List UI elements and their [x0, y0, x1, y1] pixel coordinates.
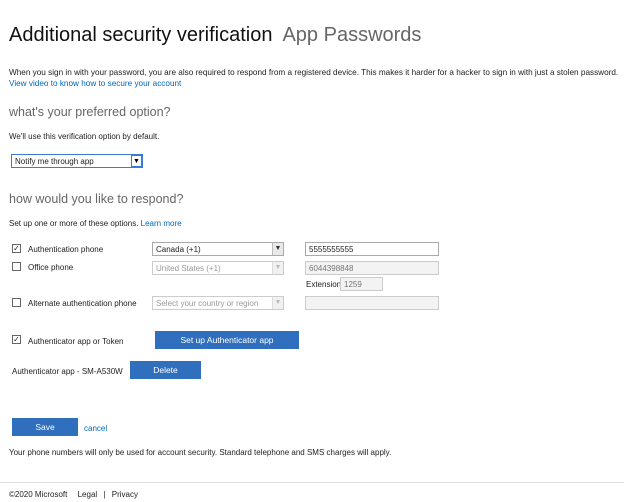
- chevron-down-icon[interactable]: ▼: [272, 243, 283, 255]
- video-link[interactable]: View video to know how to secure your ac…: [9, 79, 181, 88]
- auth-phone-country-value: Canada (+1): [156, 245, 201, 254]
- check-icon: ✓: [13, 244, 20, 253]
- office-phone-label: Office phone: [28, 263, 74, 272]
- office-phone-number-input[interactable]: 6044398848: [305, 261, 439, 275]
- footer-divider: [0, 482, 624, 483]
- respond-note-line: Set up one or more of these options. Lea…: [9, 219, 182, 228]
- respond-note: Set up one or more of these options.: [9, 219, 139, 228]
- alt-phone-country-select[interactable]: Select your country or region ▼: [152, 296, 284, 310]
- intro-text: When you sign in with your password, you…: [9, 68, 619, 77]
- cancel-link[interactable]: cancel: [84, 424, 107, 433]
- chevron-down-icon[interactable]: ▼: [272, 297, 283, 309]
- chevron-down-icon[interactable]: ▼: [272, 262, 283, 274]
- footer-separator: |: [103, 490, 106, 499]
- preferred-heading: what's your preferred option?: [9, 105, 171, 119]
- extension-input[interactable]: 1259: [340, 277, 383, 291]
- respond-heading: how would you like to respond?: [9, 192, 184, 206]
- learn-more-link[interactable]: Learn more: [141, 219, 182, 228]
- footer-legal-link[interactable]: Legal: [78, 490, 98, 499]
- authenticator-device-label: Authenticator app - SM-A530W: [12, 367, 123, 376]
- authenticator-checkbox[interactable]: ✓: [12, 335, 21, 344]
- preferred-option-value: Notify me through app: [15, 157, 94, 166]
- alt-phone-label: Alternate authentication phone: [28, 299, 137, 308]
- footer-privacy-link[interactable]: Privacy: [112, 490, 138, 499]
- check-icon: ✓: [13, 335, 20, 344]
- alt-phone-country-placeholder: Select your country or region: [156, 299, 259, 308]
- office-phone-country-value: United States (+1): [156, 264, 221, 273]
- page-title-main: Additional security verification: [9, 24, 273, 46]
- alt-phone-number-input[interactable]: [305, 296, 439, 310]
- auth-phone-checkbox[interactable]: ✓: [12, 244, 21, 253]
- auth-phone-label: Authentication phone: [28, 245, 104, 254]
- authenticator-label: Authenticator app or Token: [28, 337, 124, 346]
- extension-label: Extension: [306, 280, 342, 289]
- alt-phone-checkbox[interactable]: [12, 298, 21, 307]
- footer: ©2020 Microsoft Legal | Privacy: [9, 490, 138, 499]
- office-phone-checkbox[interactable]: [12, 262, 21, 271]
- office-phone-country-select[interactable]: United States (+1) ▼: [152, 261, 284, 275]
- save-button[interactable]: Save: [12, 418, 78, 436]
- intro-block: When you sign in with your password, you…: [9, 67, 618, 89]
- preferred-note: We'll use this verification option by de…: [9, 132, 160, 141]
- setup-authenticator-button[interactable]: Set up Authenticator app: [155, 331, 299, 349]
- page-title: Additional security verification App Pass…: [9, 24, 421, 47]
- chevron-down-icon[interactable]: ▼: [131, 155, 142, 167]
- preferred-option-select[interactable]: Notify me through app ▼: [11, 154, 143, 168]
- auth-phone-country-select[interactable]: Canada (+1) ▼: [152, 242, 284, 256]
- footer-copyright: ©2020 Microsoft: [9, 490, 68, 499]
- page-title-app-passwords[interactable]: App Passwords: [282, 24, 421, 46]
- auth-phone-number-input[interactable]: 5555555555: [305, 242, 439, 256]
- disclaimer-text: Your phone numbers will only be used for…: [9, 448, 392, 457]
- delete-authenticator-button[interactable]: Delete: [130, 361, 201, 379]
